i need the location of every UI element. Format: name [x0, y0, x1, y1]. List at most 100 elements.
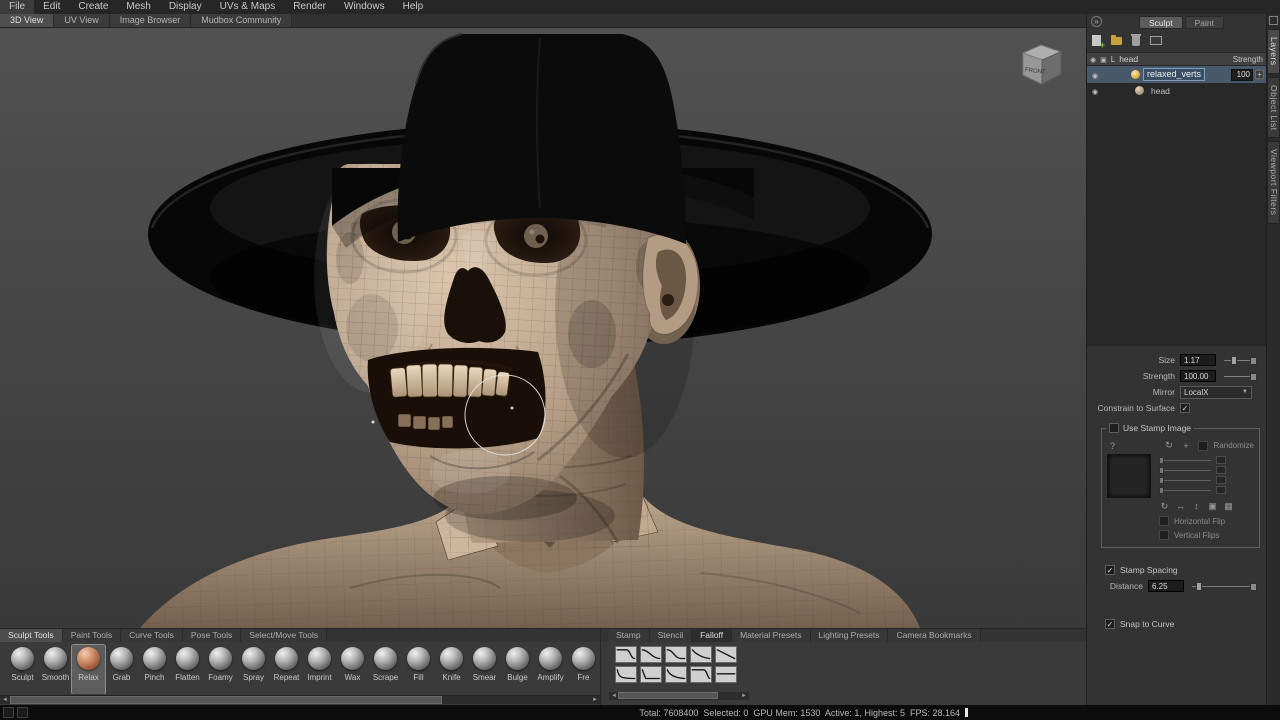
tool-spray[interactable]: Spray	[237, 645, 270, 694]
tool-tab-paint-tools[interactable]: Paint Tools	[63, 629, 121, 642]
falloff-preset-steep[interactable]	[615, 666, 637, 683]
folder-icon[interactable]	[1111, 37, 1122, 45]
horizontal-flip-checkbox[interactable]	[1159, 516, 1169, 526]
view-tab-mudbox-community[interactable]: Mudbox Community	[191, 14, 292, 27]
use-stamp-image-checkbox[interactable]	[1109, 423, 1119, 433]
view-tab-image-browser[interactable]: Image Browser	[110, 14, 192, 27]
tile-stamp-icon[interactable]	[1223, 501, 1234, 512]
random-slider[interactable]	[1159, 466, 1211, 474]
add-stamp-icon[interactable]	[1181, 441, 1192, 451]
random-slider[interactable]	[1159, 486, 1211, 494]
help-icon[interactable]	[1107, 441, 1118, 451]
preset-tab-falloff[interactable]: Falloff	[692, 629, 732, 642]
falloff-preset-sigmoid[interactable]	[665, 646, 687, 663]
tool-wax[interactable]: Wax	[336, 645, 369, 694]
layer-name[interactable]: relaxed_verts	[1143, 68, 1205, 81]
scroll-right-icon[interactable]	[590, 696, 600, 704]
falloff-preset-flat[interactable]	[715, 666, 737, 683]
copy-stamp-icon[interactable]	[1207, 501, 1218, 512]
menu-file[interactable]: File	[0, 0, 34, 14]
menu-help[interactable]: Help	[394, 0, 433, 14]
tool-sculpt[interactable]: Sculpt	[6, 645, 39, 694]
flip-vertical-icon[interactable]	[1191, 501, 1202, 512]
preset-tab-camera-bookmarks[interactable]: Camera Bookmarks	[888, 629, 980, 642]
mode-tab-sculpt[interactable]: Sculpt	[1139, 16, 1183, 29]
tool-imprint[interactable]: Imprint	[303, 645, 336, 694]
random-slider[interactable]	[1159, 476, 1211, 484]
view-tab-3d-view[interactable]: 3D View	[0, 14, 54, 27]
random-slider[interactable]	[1159, 456, 1211, 464]
panel-pin-icon[interactable]	[1269, 16, 1278, 25]
scrollbar-thumb[interactable]	[618, 692, 718, 699]
constrain-to-surface-checkbox[interactable]	[1180, 403, 1190, 413]
tool-pinch[interactable]: Pinch	[138, 645, 171, 694]
tool-grab[interactable]: Grab	[105, 645, 138, 694]
falloff-preset-spike[interactable]	[640, 666, 662, 683]
tool-amplify[interactable]: Amplify	[534, 645, 567, 694]
strength-slider[interactable]	[1224, 371, 1254, 381]
falloff-preset-smooth-step[interactable]	[640, 646, 662, 663]
view-tab-uv-view[interactable]: UV View	[54, 14, 109, 27]
panel-tab-layers[interactable]: Layers	[1267, 29, 1280, 74]
tool-smear[interactable]: Smear	[468, 645, 501, 694]
reset-stamp-icon[interactable]	[1159, 501, 1170, 512]
menu-windows[interactable]: Windows	[335, 0, 394, 14]
tool-smooth[interactable]: Smooth	[39, 645, 72, 694]
mode-tab-paint[interactable]: Paint	[1185, 16, 1224, 29]
layer-strength-value[interactable]: 100	[1231, 69, 1253, 81]
delete-layer-icon[interactable]	[1132, 36, 1140, 46]
tool-fill[interactable]: Fill	[402, 645, 435, 694]
display-icon[interactable]	[1150, 36, 1162, 45]
size-input[interactable]: 1.17	[1180, 354, 1216, 366]
tool-scrape[interactable]: Scrape	[369, 645, 402, 694]
snap-to-curve-checkbox[interactable]	[1105, 619, 1115, 629]
randomize-checkbox[interactable]	[1198, 441, 1208, 451]
scroll-left-icon[interactable]	[0, 696, 10, 704]
tool-bulge[interactable]: Bulge	[501, 645, 534, 694]
layer-row-relaxed-verts[interactable]: relaxed_verts 100	[1087, 66, 1266, 83]
falloff-preset-linear[interactable]	[715, 646, 737, 663]
menu-create[interactable]: Create	[69, 0, 117, 14]
menu-uvs-maps[interactable]: UVs & Maps	[211, 0, 285, 14]
stamp-preview[interactable]	[1107, 454, 1151, 498]
tool-tray-scrollbar[interactable]	[0, 695, 600, 704]
tool-repeat[interactable]: Repeat	[270, 645, 303, 694]
status-left-button[interactable]	[17, 707, 28, 718]
viewport-3d[interactable]: FRONT	[0, 28, 1086, 628]
falloff-preset-late-drop[interactable]	[690, 666, 712, 683]
visibility-icon[interactable]	[1089, 70, 1101, 80]
tool-knife[interactable]: Knife	[435, 645, 468, 694]
panel-tab-viewport-filters[interactable]: Viewport Filters	[1267, 141, 1280, 223]
vertical-flip-checkbox[interactable]	[1159, 530, 1169, 540]
falloff-scrollbar[interactable]	[609, 692, 749, 700]
falloff-preset-ease[interactable]	[690, 646, 712, 663]
tool-tab-pose-tools[interactable]: Pose Tools	[183, 629, 241, 642]
tool-tab-curve-tools[interactable]: Curve Tools	[121, 629, 183, 642]
tool-relax[interactable]: Relax	[72, 645, 105, 694]
scroll-right-icon[interactable]	[739, 692, 749, 700]
menu-render[interactable]: Render	[284, 0, 335, 14]
new-layer-icon[interactable]	[1092, 35, 1101, 46]
distance-slider[interactable]	[1192, 581, 1254, 591]
preset-tab-stamp[interactable]: Stamp	[608, 629, 650, 642]
mesh-name[interactable]: head	[1148, 86, 1173, 96]
falloff-preset-ease-out[interactable]	[665, 666, 687, 683]
refresh-icon[interactable]	[1164, 440, 1175, 451]
visibility-icon[interactable]	[1089, 86, 1101, 96]
menu-mesh[interactable]: Mesh	[117, 0, 159, 14]
mirror-select[interactable]: LocalX ▼	[1180, 386, 1252, 399]
tool-tab-sculpt-tools[interactable]: Sculpt Tools	[0, 629, 63, 642]
size-slider[interactable]	[1224, 355, 1254, 365]
scrollbar-thumb[interactable]	[10, 696, 442, 704]
menu-display[interactable]: Display	[160, 0, 211, 14]
panel-tab-object-list[interactable]: Object List	[1267, 77, 1280, 139]
falloff-preset-hold-drop[interactable]	[615, 646, 637, 663]
stamp-spacing-checkbox[interactable]	[1105, 565, 1115, 575]
menu-edit[interactable]: Edit	[34, 0, 69, 14]
view-cube[interactable]: FRONT	[1014, 40, 1070, 90]
layer-row-head[interactable]: head	[1087, 83, 1266, 98]
preset-tab-material-presets[interactable]: Material Presets	[732, 629, 810, 642]
preset-tab-stencil[interactable]: Stencil	[650, 629, 693, 642]
flip-horizontal-icon[interactable]	[1175, 501, 1186, 512]
tool-foamy[interactable]: Foamy	[204, 645, 237, 694]
